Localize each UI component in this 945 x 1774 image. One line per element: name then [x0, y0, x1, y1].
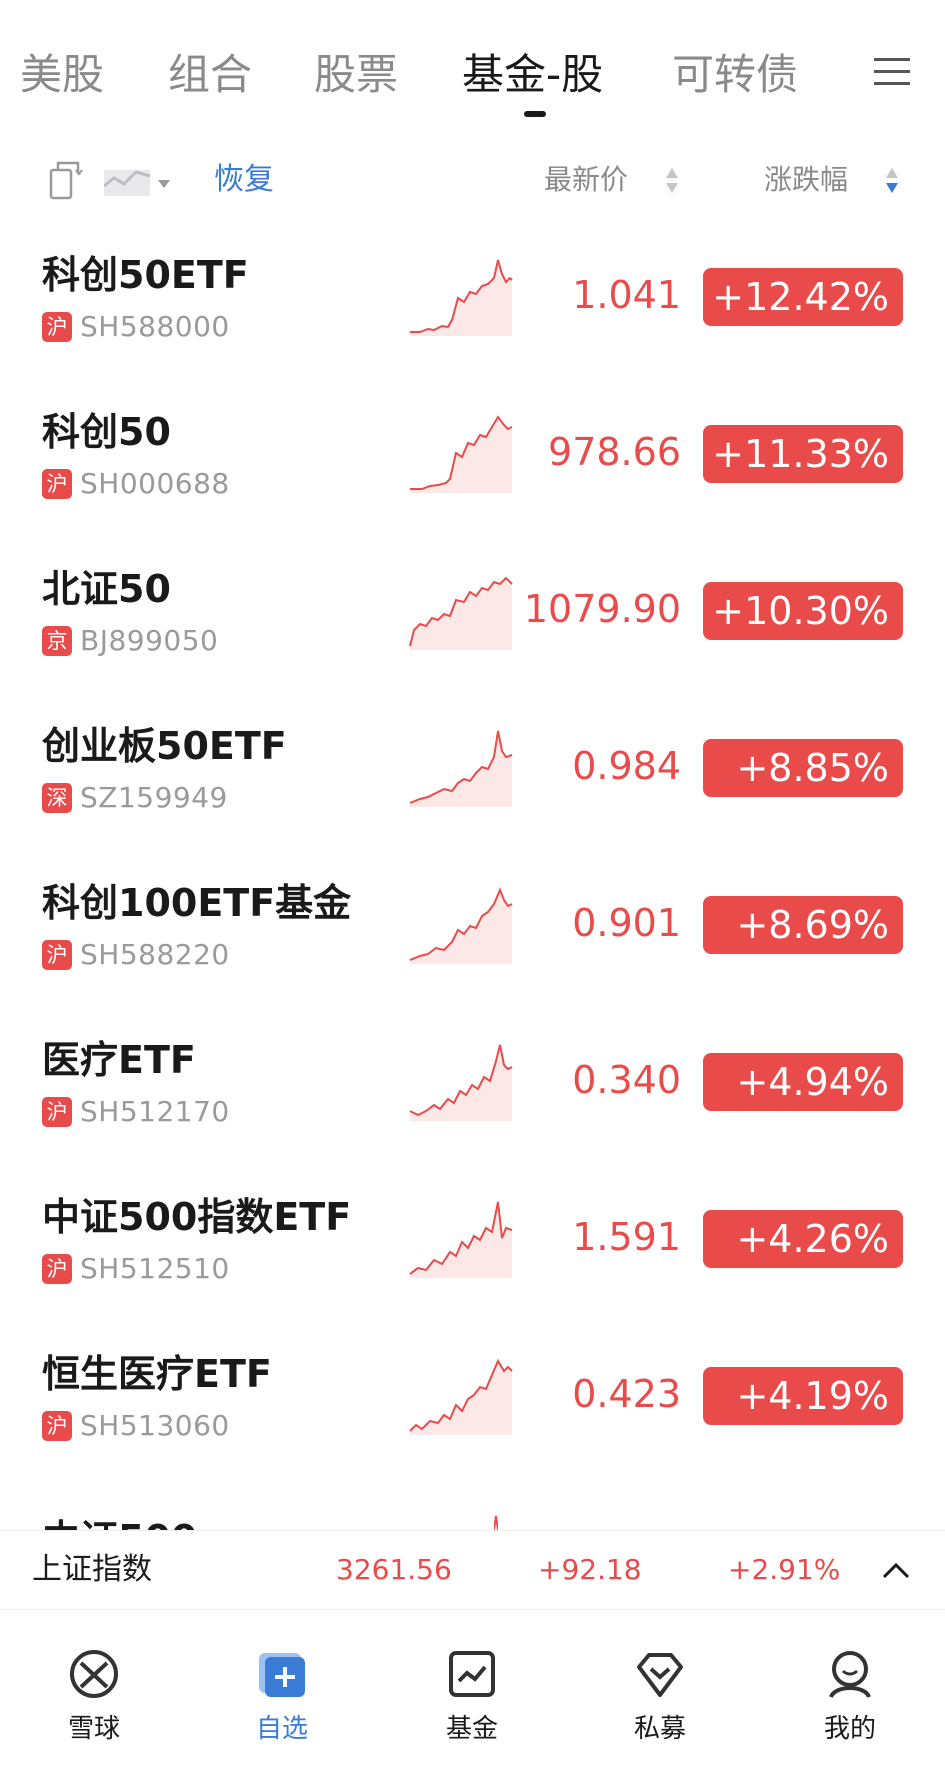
fund-name: 科创50: [42, 410, 171, 454]
snowball-logo-icon: [70, 1650, 118, 1698]
list-item[interactable]: 科创100ETF基金 沪 SH588220 0.901 +8.69%: [0, 848, 945, 1005]
nav-watchlist[interactable]: 自选: [222, 1647, 342, 1757]
nav-label: 基金: [445, 1714, 498, 1744]
sparkline: [409, 730, 513, 807]
last-price: 0.340: [572, 1058, 681, 1102]
last-price: 978.66: [548, 430, 681, 474]
fund-code: SH588220: [80, 938, 230, 971]
market-badge: 沪: [42, 1097, 72, 1127]
tab-fund-stock[interactable]: 基金-股: [462, 40, 603, 110]
chart-mode-toggle[interactable]: [104, 164, 178, 198]
list-item[interactable]: 科创50ETF 沪 SH588000 1.041 +12.42%: [0, 220, 945, 377]
market-index-bar[interactable]: 上证指数 3261.56 +92.18 +2.91%: [0, 1530, 945, 1610]
menu-icon[interactable]: [872, 52, 912, 92]
list-item-partial[interactable]: 中证500: [0, 1514, 945, 1530]
last-price: 0.984: [572, 744, 681, 788]
change-badge: +11.33%: [703, 425, 903, 483]
last-price: 1.041: [572, 273, 681, 317]
list-item[interactable]: 科创50 沪 SH000688 978.66 +11.33%: [0, 377, 945, 534]
fund-chart-icon: [449, 1651, 495, 1697]
fund-name: 创业板50ETF: [42, 724, 287, 768]
last-price: 1.591: [572, 1215, 681, 1259]
change-badge: +4.19%: [703, 1367, 903, 1425]
change-badge: +4.94%: [703, 1053, 903, 1111]
market-badge: 沪: [42, 1411, 72, 1441]
sort-descending-icon[interactable]: [884, 166, 900, 196]
index-change-percent: +2.91%: [728, 1553, 841, 1586]
sparkline: [409, 1044, 513, 1121]
fund-name: 中证500指数ETF: [42, 1195, 352, 1239]
sparkline: [410, 259, 513, 336]
nav-snowball[interactable]: 雪球: [34, 1647, 154, 1757]
bottom-nav: 雪球 自选 基金 私募 我的: [0, 1611, 945, 1774]
last-price: 0.423: [572, 1372, 681, 1416]
fund-name: 科创50ETF: [42, 253, 249, 297]
fund-code: SH000688: [80, 467, 230, 500]
sparkline: [409, 1358, 513, 1435]
price-column-header[interactable]: 最新价: [544, 158, 628, 202]
fund-code: BJ899050: [80, 624, 219, 657]
last-price: 0.901: [572, 901, 681, 945]
list-item[interactable]: 北证50 京 BJ899050 1079.90 +10.30%: [0, 534, 945, 691]
list-item[interactable]: 医疗ETF 沪 SH512170 0.340 +4.94%: [0, 1005, 945, 1162]
nav-fund[interactable]: 基金: [412, 1647, 532, 1757]
nav-profile[interactable]: 我的: [790, 1647, 910, 1757]
last-price: 1079.90: [523, 587, 681, 631]
sparkline: [494, 1515, 498, 1530]
restore-button[interactable]: 恢复: [214, 158, 274, 202]
change-badge: +12.42%: [703, 268, 903, 326]
change-badge: +8.69%: [703, 896, 903, 954]
tab-us-stocks[interactable]: 美股: [20, 40, 104, 110]
fund-code: SH513060: [80, 1409, 230, 1442]
fund-name: 恒生医疗ETF: [42, 1352, 272, 1396]
market-badge: 深: [42, 783, 72, 813]
tab-stocks[interactable]: 股票: [314, 40, 398, 110]
nav-label: 雪球: [67, 1714, 120, 1744]
fund-name: 医疗ETF: [42, 1038, 196, 1082]
active-tab-indicator: [524, 111, 546, 117]
tab-portfolio[interactable]: 组合: [168, 40, 252, 110]
list-item[interactable]: 中证500指数ETF 沪 SH512510 1.591 +4.26%: [0, 1162, 945, 1319]
fund-name: 北证50: [42, 567, 171, 611]
copy-icon[interactable]: [46, 158, 86, 202]
sparkline: [409, 887, 513, 964]
top-tab-bar: 美股 组合 股票 基金-股 可转债: [0, 40, 945, 120]
change-badge: +4.26%: [703, 1210, 903, 1268]
fund-code: SZ159949: [80, 781, 228, 814]
list-item[interactable]: 创业板50ETF 深 SZ159949 0.984 +8.85%: [0, 691, 945, 848]
sort-icon[interactable]: [664, 166, 680, 196]
market-badge: 沪: [42, 1254, 72, 1284]
sparkline: [409, 576, 513, 650]
market-badge: 沪: [42, 469, 72, 499]
nav-label: 自选: [255, 1714, 308, 1744]
nav-label: 私募: [633, 1714, 686, 1744]
sparkline: [410, 415, 513, 493]
chevron-up-icon[interactable]: [880, 1555, 912, 1587]
list-toolbar: 恢复 最新价 涨跌幅: [0, 150, 945, 210]
tab-convertible-bonds[interactable]: 可转债: [672, 40, 798, 110]
fund-name: 中证500: [42, 1514, 197, 1530]
profile-icon: [829, 1651, 871, 1699]
index-name: 上证指数: [32, 1552, 152, 1587]
diamond-icon: [637, 1653, 683, 1697]
change-badge: +10.30%: [703, 582, 903, 640]
index-price: 3261.56: [336, 1553, 452, 1586]
market-badge: 沪: [42, 312, 72, 342]
watchlist-add-icon: [259, 1653, 305, 1697]
market-badge: 京: [42, 626, 72, 656]
fund-name: 科创100ETF基金: [42, 881, 352, 925]
fund-code: SH588000: [80, 310, 230, 343]
index-change: +92.18: [538, 1553, 642, 1586]
chevron-down-icon: [158, 180, 170, 188]
market-badge: 沪: [42, 940, 72, 970]
change-badge: +8.85%: [703, 739, 903, 797]
change-column-header[interactable]: 涨跌幅: [764, 158, 848, 202]
fund-code: SH512170: [80, 1095, 230, 1128]
fund-code: SH512510: [80, 1252, 230, 1285]
nav-label: 我的: [823, 1714, 876, 1744]
list-item[interactable]: 恒生医疗ETF 沪 SH513060 0.423 +4.19%: [0, 1319, 945, 1476]
nav-private-fund[interactable]: 私募: [600, 1647, 720, 1757]
sparkline: [409, 1201, 513, 1278]
